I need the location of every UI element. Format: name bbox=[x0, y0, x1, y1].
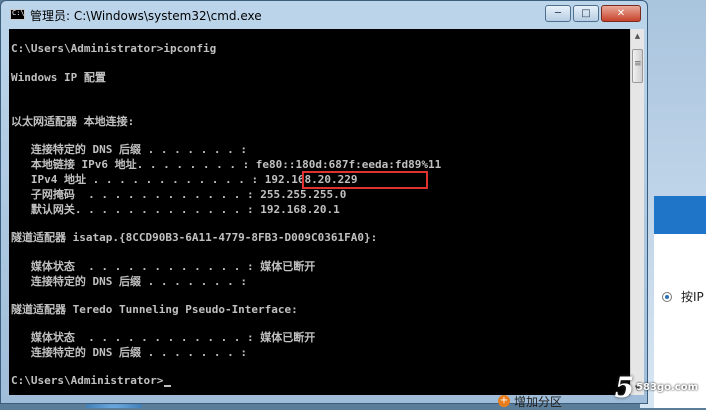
add-partition-button[interactable]: + 增加分区 bbox=[498, 394, 563, 409]
console-line-dns-suffix: 连接特定的 DNS 后缀 . . . . . . . : bbox=[11, 346, 247, 359]
console-line-isatap: 隧道适配器 isatap.{8CCD90B3-6A11-4779-8FB3-D0… bbox=[11, 231, 378, 244]
minimize-button[interactable]: ─ bbox=[545, 5, 571, 22]
title-bar[interactable]: 管理员: C:\Windows\system32\cmd.exe ─ □ ✕ bbox=[1, 1, 647, 29]
add-icon: + bbox=[498, 395, 510, 407]
cmd-icon bbox=[10, 9, 25, 20]
ipv4-highlight-box bbox=[302, 171, 428, 189]
vertical-scrollbar[interactable]: ▲ ▼ bbox=[630, 29, 644, 395]
console-line-prompt: C:\Users\Administrator>ipconfig bbox=[11, 42, 217, 55]
scroll-up-icon[interactable]: ▲ bbox=[631, 29, 644, 43]
radio-label: 按IP bbox=[681, 290, 704, 304]
console-line-teredo: 隧道适配器 Teredo Tunneling Pseudo-Interface: bbox=[11, 303, 298, 316]
close-button[interactable]: ✕ bbox=[601, 5, 641, 22]
add-partition-label: 增加分区 bbox=[514, 394, 563, 409]
console-line-dns-suffix: 连接特定的 DNS 后缀 . . . . . . . : bbox=[11, 143, 247, 156]
scroll-thumb[interactable] bbox=[632, 49, 643, 83]
text-cursor bbox=[164, 385, 171, 387]
console-line-current-prompt: C:\Users\Administrator> bbox=[11, 374, 164, 387]
maximize-button[interactable]: □ bbox=[573, 5, 599, 22]
radio-button[interactable] bbox=[662, 292, 672, 302]
console-line-subnet: 子网掩码 . . . . . . . . . . . . : 255.255.2… bbox=[11, 188, 347, 201]
background-blue-bar bbox=[654, 196, 706, 234]
console-line-dns-suffix: 连接特定的 DNS 后缀 . . . . . . . : bbox=[11, 275, 247, 288]
background-window: 按IP bbox=[640, 0, 706, 408]
console-line-ipv6: 本地链接 IPv6 地址. . . . . . . . : fe80::180d… bbox=[11, 158, 442, 171]
watermark-site: 583go.com bbox=[636, 382, 698, 393]
console-output[interactable]: C:\Users\Administrator>ipconfig Windows … bbox=[9, 29, 630, 395]
console-line-gateway: 默认网关. . . . . . . . . . . . . : 192.168.… bbox=[11, 203, 340, 216]
cmd-window: 管理员: C:\Windows\system32\cmd.exe ─ □ ✕ C… bbox=[0, 0, 648, 404]
console-line-adapter: 以太网适配器 本地连接: bbox=[11, 115, 135, 128]
watermark: 5 583go.com bbox=[615, 371, 698, 404]
console-line-media-state: 媒体状态 . . . . . . . . . . . . : 媒体已断开 bbox=[11, 331, 316, 344]
console-line-media-state: 媒体状态 . . . . . . . . . . . . : 媒体已断开 bbox=[11, 260, 316, 273]
watermark-logo: 5 bbox=[614, 371, 635, 404]
window-title: 管理员: C:\Windows\system32\cmd.exe bbox=[30, 9, 262, 23]
console-line-header: Windows IP 配置 bbox=[11, 71, 106, 84]
window-controls: ─ □ ✕ bbox=[543, 5, 641, 22]
